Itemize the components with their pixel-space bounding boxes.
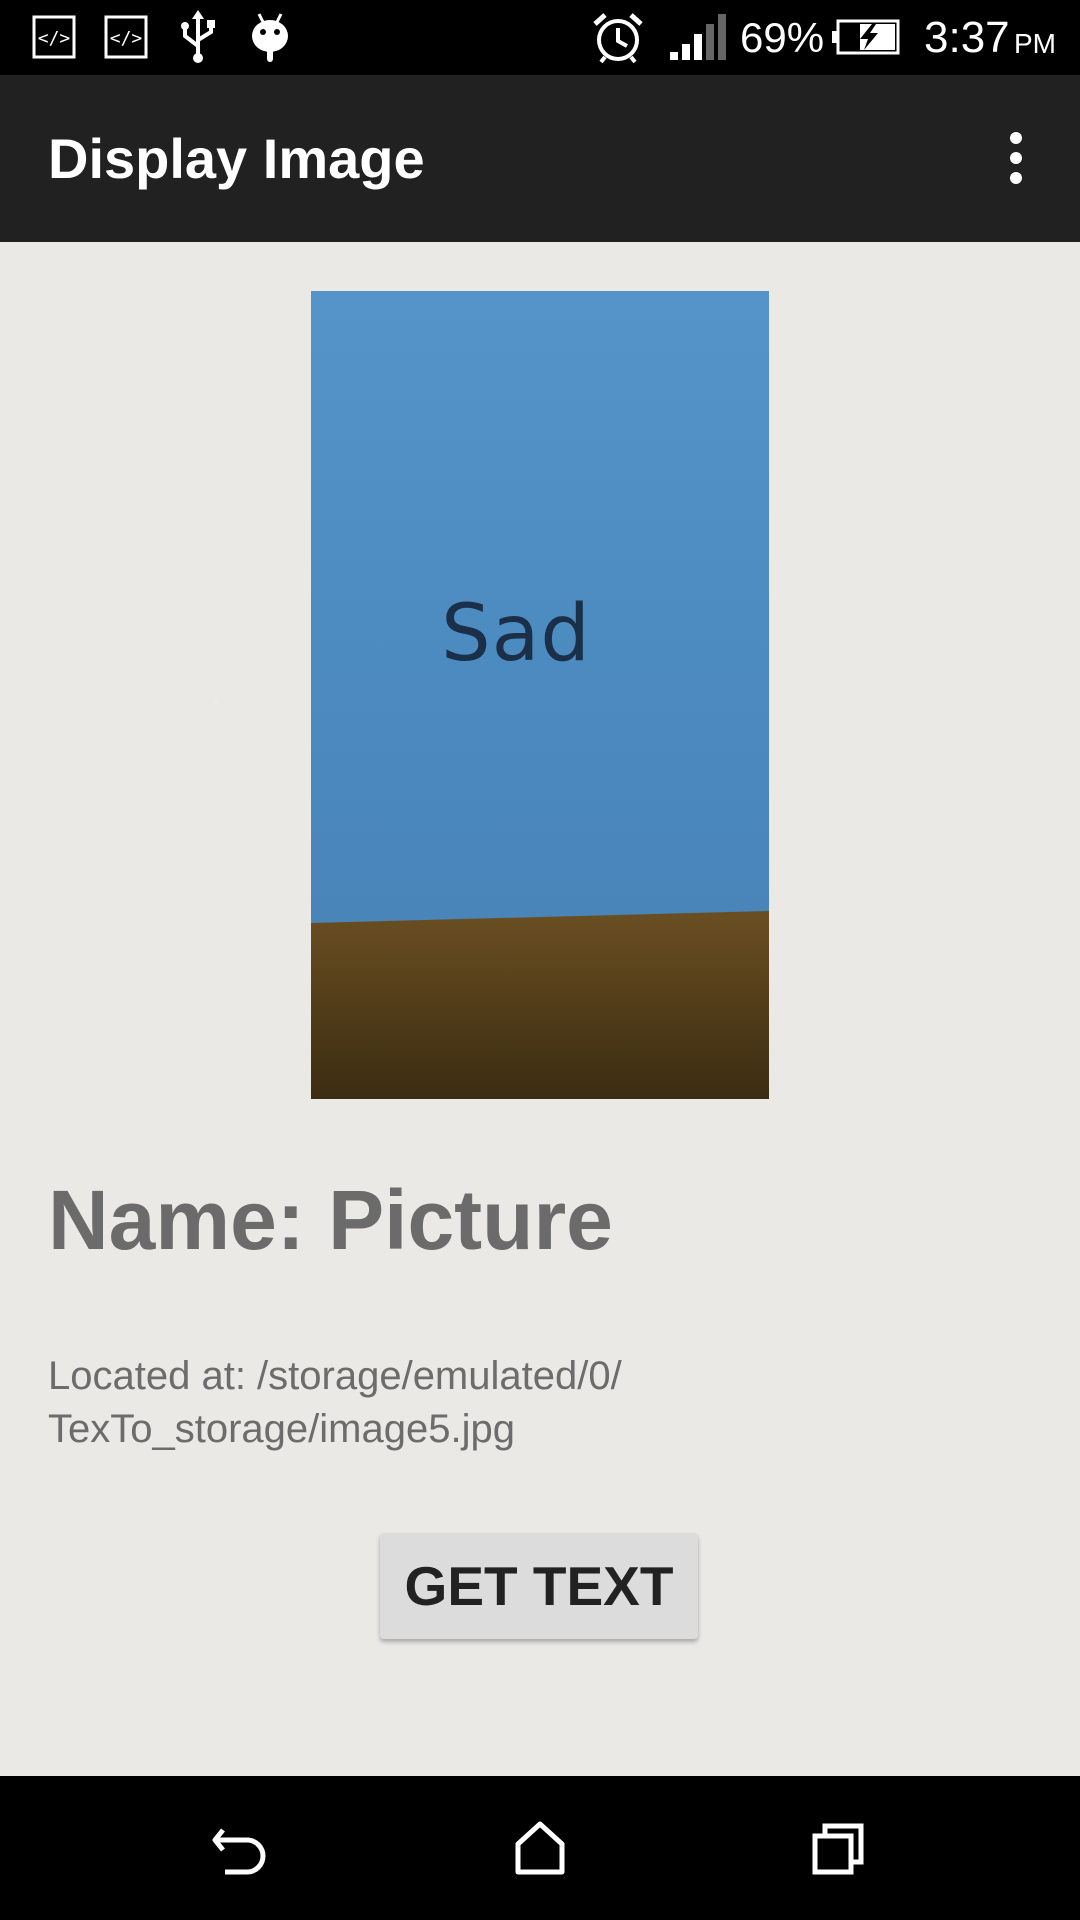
page-title: Display Image [48, 127, 425, 190]
home-button[interactable] [495, 1803, 585, 1893]
content-area: Sad Name: Picture Located at: /storage/e… [0, 242, 1080, 1776]
battery-percent: 69% [740, 14, 825, 61]
back-button[interactable] [196, 1803, 286, 1893]
battery-charging-icon [830, 10, 900, 64]
photo-table [311, 911, 769, 1099]
back-icon [212, 1828, 266, 1875]
recents-button[interactable] [794, 1803, 884, 1893]
overflow-menu-button[interactable] [980, 118, 1052, 198]
clock-ampm: PM [1014, 28, 1056, 59]
image-name: Name: Picture [48, 1173, 613, 1267]
captured-image: Sad [311, 291, 769, 1099]
usb-icon [172, 10, 224, 64]
android-debug-icon [244, 10, 296, 64]
home-icon [515, 1821, 565, 1875]
photo-word-text: Sad [441, 589, 591, 679]
more-vert-icon [1010, 132, 1022, 184]
code-icon: </> [28, 10, 80, 64]
app-bar: Display Image [0, 75, 1080, 242]
location-line-2: TexTo_storage/image5.jpg [48, 1407, 515, 1451]
location-line-1: Located at: /storage/emulated/0/ [48, 1354, 622, 1398]
code-icon: </> [100, 10, 152, 64]
clock-time: 3:37 [924, 13, 1010, 62]
alarm-clock-icon [590, 10, 646, 64]
get-text-button[interactable]: GET TEXT [380, 1533, 698, 1639]
svg-text:</>: </> [38, 28, 71, 49]
navigation-bar [0, 1776, 1080, 1920]
photo-word: Sad [311, 589, 769, 679]
image-location: Located at: /storage/emulated/0/ TexTo_s… [48, 1350, 808, 1456]
recents-icon [812, 1823, 864, 1875]
status-bar: </> </> 69% 3:37 PM [0, 0, 1080, 75]
screen: </> </> 69% 3:37 PM Display Image Sad Na… [0, 0, 1080, 1920]
svg-text:</>: </> [110, 28, 143, 49]
cell-signal-icon [668, 10, 726, 64]
